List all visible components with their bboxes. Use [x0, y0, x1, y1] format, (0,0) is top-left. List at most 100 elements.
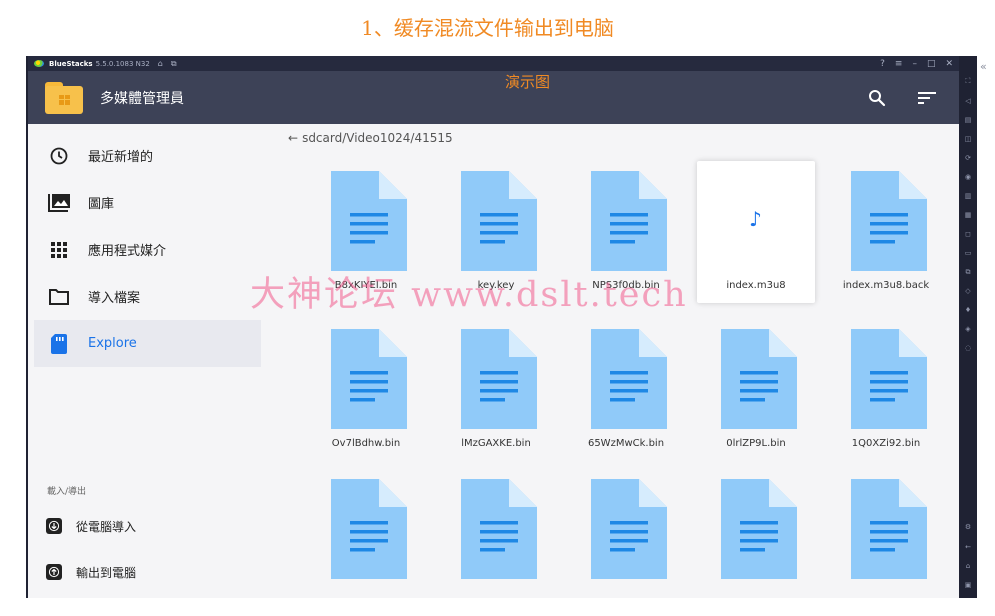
bluestacks-logo-icon: [34, 60, 44, 67]
file-item[interactable]: [437, 469, 555, 598]
multi-instance-icon[interactable]: ⧉: [963, 267, 973, 277]
sidebar-item-export-to-pc[interactable]: 輸出到電腦: [34, 552, 261, 592]
sidebar-item-label: 最近新增的: [88, 150, 154, 165]
sidebar-item-gallery[interactable]: 圖庫: [34, 179, 261, 226]
emulator-titlebar: BlueStacks 5.5.0.1083 N32 ⌂ ⧉ ? ≡ – □ ✕: [28, 56, 959, 71]
sidebar-item-label: Explore: [88, 336, 137, 351]
settings-icon[interactable]: ⚙: [963, 522, 973, 532]
file-name: index.m3u8.back: [842, 280, 930, 291]
close-icon[interactable]: ✕: [945, 59, 953, 69]
file-name: index.m3u8: [726, 280, 786, 291]
sidebar: 最近新增的 圖庫 應用程式媒介 導入檔案 Explore 載入/導出 從電腦導入…: [28, 124, 261, 598]
collapse-sidebar-icon[interactable]: «: [980, 60, 987, 73]
recent-apps-icon[interactable]: ▣: [963, 580, 973, 590]
document-file-icon: [851, 171, 927, 271]
file-item[interactable]: 1Q0XZi92.bin: [827, 319, 945, 461]
sidebar-item-app-media[interactable]: 應用程式媒介: [34, 226, 261, 273]
file-name: Ov7lBdhw.bin: [331, 438, 401, 449]
eco-mode-icon[interactable]: ◇: [963, 286, 973, 296]
app-bar: 多媒體管理員: [28, 71, 959, 124]
sync-icon[interactable]: ◌: [963, 343, 973, 353]
menu-icon[interactable]: ≡: [895, 59, 903, 69]
file-item[interactable]: Ov7lBdhw.bin: [307, 319, 425, 461]
apk-icon[interactable]: ▦: [963, 210, 973, 220]
back-arrow-icon[interactable]: ←: [288, 131, 298, 145]
file-item[interactable]: [827, 469, 945, 598]
file-item[interactable]: B8xKIYEl.bin: [307, 161, 425, 303]
shake-icon[interactable]: ◉: [963, 172, 973, 182]
file-name: 65WzMwCk.bin: [587, 438, 665, 449]
import-icon: [46, 518, 62, 534]
document-file-icon: [591, 171, 667, 271]
macro-icon[interactable]: ▥: [963, 191, 973, 201]
rotate-icon[interactable]: ⟳: [963, 153, 973, 163]
breadcrumb: ← sdcard/Video1024/41515: [288, 131, 453, 145]
sort-icon[interactable]: [917, 88, 937, 108]
document-file-icon: [331, 171, 407, 271]
sidebar-item-label: 應用程式媒介: [88, 244, 167, 259]
app-title: 多媒體管理員: [100, 90, 184, 107]
file-name: key.key: [477, 280, 515, 291]
sidebar-item-recent[interactable]: 最近新增的: [34, 132, 261, 179]
document-file-icon: [461, 171, 537, 271]
multi-instance-icon[interactable]: ⧉: [171, 59, 177, 69]
document-file-icon: [331, 479, 407, 579]
search-icon[interactable]: [867, 88, 887, 108]
media-manager-folder-icon: [45, 81, 83, 114]
document-file-icon: [331, 329, 407, 429]
file-item[interactable]: 65WzMwCk.bin: [567, 319, 685, 461]
demo-annotation: 演示图: [505, 73, 551, 91]
file-item[interactable]: key.key: [437, 161, 555, 303]
file-browser: ← sdcard/Video1024/41515 B8xKIYEl.bin key…: [261, 124, 959, 598]
sidebar-section-label: 載入/導出: [47, 487, 87, 497]
file-name: B8xKIYEl.bin: [334, 280, 398, 291]
minimize-icon[interactable]: –: [912, 59, 917, 69]
file-item[interactable]: [697, 469, 815, 598]
sidebar-item-explore[interactable]: Explore: [34, 320, 261, 367]
file-name: 0lrlZP9L.bin: [726, 438, 786, 449]
home-icon[interactable]: ⌂: [963, 561, 973, 571]
layers-icon[interactable]: ◈: [963, 324, 973, 334]
document-file-icon: [721, 329, 797, 429]
back-icon[interactable]: ←: [963, 542, 973, 552]
music-note-icon: ♪: [749, 207, 762, 231]
file-item[interactable]: [307, 469, 425, 598]
keyboard-icon[interactable]: ▤: [963, 115, 973, 125]
document-file-icon: [461, 329, 537, 429]
file-item[interactable]: ♪ index.m3u8: [697, 161, 815, 303]
document-file-icon: [461, 479, 537, 579]
file-item[interactable]: 0lrlZP9L.bin: [697, 319, 815, 461]
breadcrumb-path: sdcard/Video1024/41515: [302, 131, 453, 145]
emulator-side-toolbar: ⛶ ◁ ▤ ◫ ⟳ ◉ ▥ ▦ ◻ ▭ ⧉ ◇ ♦ ◈ ◌ ⚙ ← ⌂ ▣: [959, 56, 977, 598]
volume-icon[interactable]: ◁: [963, 96, 973, 106]
folder-icon: [47, 285, 71, 309]
file-item[interactable]: NPS3f0db.bin: [567, 161, 685, 303]
gallery-icon: [47, 191, 71, 215]
sidebar-item-label: 從電腦導入: [76, 519, 137, 534]
gamepad-icon[interactable]: ◫: [963, 134, 973, 144]
sidebar-item-label: 導入檔案: [88, 291, 141, 306]
window-controls: ? ≡ – □ ✕: [880, 56, 953, 71]
fullscreen-icon[interactable]: ⛶: [963, 76, 973, 86]
file-item[interactable]: lMzGAXKE.bin: [437, 319, 555, 461]
sidebar-item-import-from-pc[interactable]: 從電腦導入: [34, 506, 261, 546]
emulator-version: 5.5.0.1083 N32: [95, 59, 150, 68]
file-name: 1Q0XZi92.bin: [851, 438, 921, 449]
document-file-icon: [851, 479, 927, 579]
document-file-icon: [851, 329, 927, 429]
sd-card-icon: [47, 332, 71, 356]
home-icon[interactable]: ⌂: [158, 59, 163, 68]
file-item[interactable]: index.m3u8.back: [827, 161, 945, 303]
page-caption: 1、缓存混流文件输出到电脑: [361, 16, 614, 40]
location-icon[interactable]: ♦: [963, 305, 973, 315]
apps-grid-icon: [47, 238, 71, 262]
export-icon: [46, 564, 62, 580]
screenshot-icon[interactable]: ◻: [963, 229, 973, 239]
emulator-window: BlueStacks 5.5.0.1083 N32 ⌂ ⧉ ? ≡ – □ ✕ …: [28, 56, 959, 598]
sidebar-item-import-files[interactable]: 導入檔案: [34, 273, 261, 320]
restore-icon[interactable]: □: [927, 59, 936, 69]
file-item[interactable]: [567, 469, 685, 598]
folder-icon[interactable]: ▭: [963, 248, 973, 258]
document-file-icon: [591, 479, 667, 579]
help-icon[interactable]: ?: [880, 59, 885, 69]
